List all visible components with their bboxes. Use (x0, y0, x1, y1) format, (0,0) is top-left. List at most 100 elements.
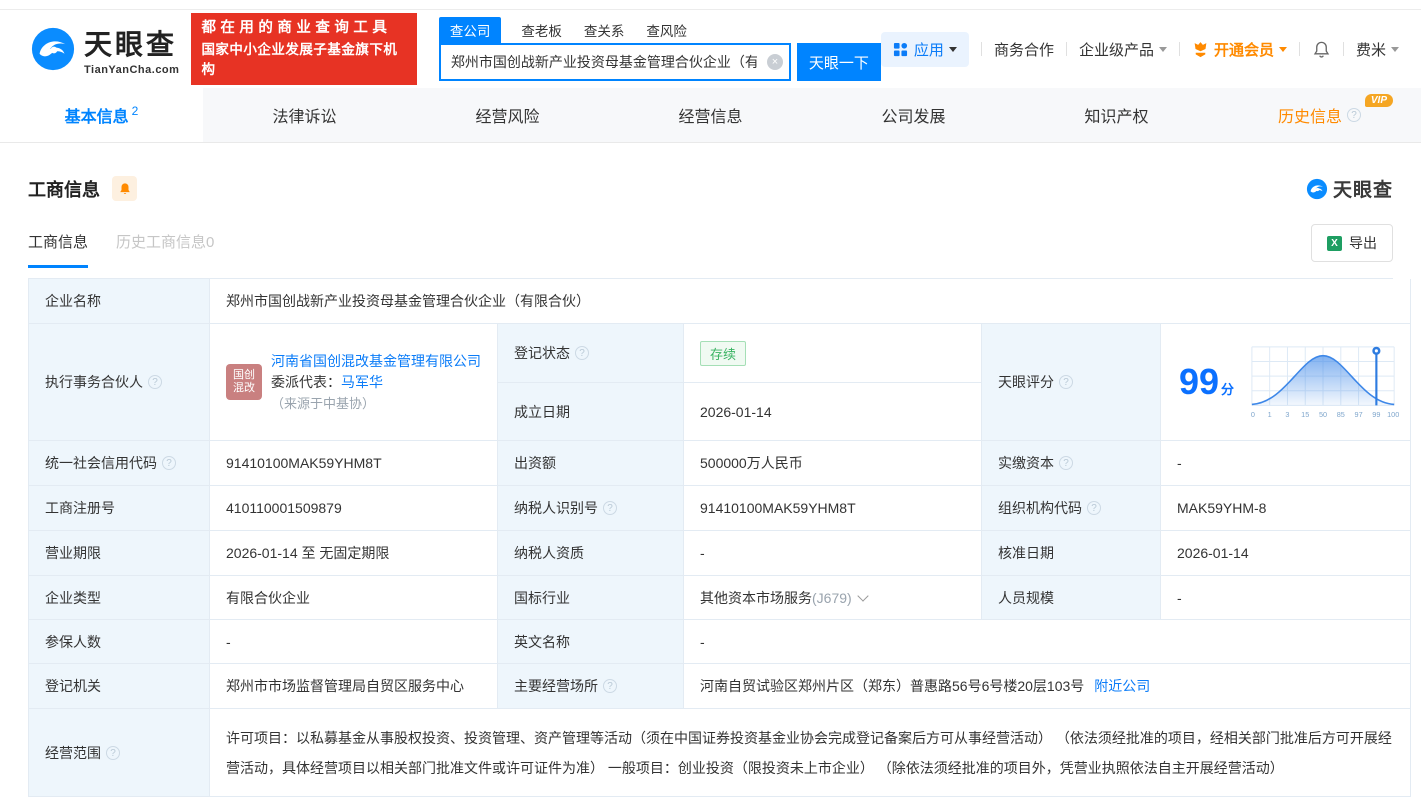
help-icon[interactable] (1059, 375, 1073, 389)
score-distribution-chart: 0 1 3 15 50 85 97 99 100 (1248, 343, 1400, 421)
help-icon[interactable] (603, 501, 617, 515)
notification-bell[interactable] (1312, 40, 1331, 59)
svg-text:3: 3 (1285, 410, 1289, 419)
username: 费米 (1356, 39, 1386, 60)
nav-user[interactable]: 费米 (1356, 39, 1399, 60)
label-business-scope: 经营范围 (29, 709, 210, 797)
search-button[interactable]: 天眼一下 (797, 43, 881, 81)
label-english-name: 英文名称 (498, 620, 684, 664)
label-credit-code: 统一社会信用代码 (29, 441, 210, 486)
delegate-name-link[interactable]: 马军华 (341, 374, 383, 390)
help-icon[interactable] (1347, 108, 1361, 122)
main-content: 工商信息 天眼查 工商信息 历史工商信息0 导出 企业名称 (0, 175, 1421, 797)
value-executive-partner: 国创混改 河南省国创混改基金管理有限公司 委派代表：马军华（来源于中基协） (210, 324, 498, 441)
vip-crown-icon (1192, 41, 1209, 58)
logo-domain: TianYanCha.com (84, 64, 179, 76)
top-divider (0, 0, 1421, 10)
help-icon[interactable] (575, 346, 589, 360)
clear-search-icon[interactable] (767, 54, 783, 70)
partner-company-link[interactable]: 河南省国创混改基金管理有限公司 (271, 353, 481, 369)
value-business-address: 河南自贸试验区郑州片区（郑东）普惠路56号6号楼20层103号附近公司 (684, 664, 1411, 709)
label-capital: 出资额 (498, 441, 684, 486)
search-area: 查公司 查老板 查关系 查风险 天眼一下 (439, 17, 881, 81)
help-icon[interactable] (148, 375, 162, 389)
help-icon[interactable] (106, 746, 120, 760)
search-tab-risk[interactable]: 查风险 (644, 17, 689, 43)
nav-vip[interactable]: 开通会员 (1192, 39, 1287, 60)
section-title: 工商信息 (28, 176, 100, 202)
label-establish-date: 成立日期 (498, 383, 684, 441)
label-executive-partner: 执行事务合伙人 (29, 324, 210, 441)
label-staff-size: 人员规模 (982, 576, 1161, 620)
label-approve-date: 核准日期 (982, 531, 1161, 576)
apps-label: 应用 (914, 39, 944, 60)
help-icon[interactable] (1059, 456, 1073, 470)
value-approve-date: 2026-01-14 (1161, 531, 1411, 576)
label-company-type: 企业类型 (29, 576, 210, 620)
tab-history-info[interactable]: VIP 历史信息 (1218, 88, 1421, 142)
nav-divider (1299, 42, 1300, 56)
value-reg-number: 410110001509879 (210, 486, 498, 531)
search-tab-company[interactable]: 查公司 (439, 17, 502, 43)
tab-basic-info[interactable]: 基本信息2 (0, 88, 203, 142)
expand-chevron-icon[interactable] (857, 590, 868, 601)
tab-operation-risk[interactable]: 经营风险 (406, 88, 609, 142)
nav-divider (981, 42, 982, 56)
label-registration-status: 登记状态 (498, 324, 684, 383)
svg-text:100: 100 (1387, 410, 1399, 419)
svg-text:1: 1 (1268, 410, 1272, 419)
apps-menu[interactable]: 应用 (881, 32, 969, 67)
search-tabs: 查公司 查老板 查关系 查风险 (439, 17, 881, 43)
value-industry: 其他资本市场服务(J679) (684, 576, 982, 620)
subtab-business-info[interactable]: 工商信息 (28, 231, 88, 268)
promo-banner: 都在用的商业查询工具 国家中小企业发展子基金旗下机构 (191, 13, 416, 85)
subtab-history-business-info[interactable]: 历史工商信息0 (116, 231, 214, 268)
svg-text:97: 97 (1355, 410, 1363, 419)
delegate-source: （来源于中基协） (271, 396, 375, 411)
site-logo[interactable]: 天眼查 TianYanCha.com (30, 23, 179, 76)
subscribe-bell-button[interactable] (112, 176, 137, 201)
search-input[interactable] (439, 43, 791, 81)
tab-legal-litigation[interactable]: 法律诉讼 (203, 88, 406, 142)
value-english-name: - (684, 620, 1411, 664)
svg-text:50: 50 (1319, 410, 1327, 419)
search-tab-relation[interactable]: 查关系 (582, 17, 627, 43)
nav-divider (1343, 42, 1344, 56)
label-company-name: 企业名称 (29, 279, 210, 324)
help-icon[interactable] (162, 456, 176, 470)
business-info-table: 企业名称 郑州市国创战新产业投资母基金管理合伙企业（有限合伙） 执行事务合伙人 … (28, 278, 1393, 797)
chevron-down-icon (1391, 47, 1399, 52)
value-business-scope: 许可项目：以私募基金从事股权投资、投资管理、资产管理等活动（须在中国证券投资基金… (210, 709, 1411, 797)
help-icon[interactable] (603, 679, 617, 693)
tab-company-development[interactable]: 公司发展 (812, 88, 1015, 142)
value-credit-code: 91410100MAK59YHM8T (210, 441, 498, 486)
chevron-down-icon (1159, 47, 1167, 52)
top-nav: 应用 商务合作 企业级产品 开通会员 (881, 32, 1399, 67)
value-capital: 500000万人民币 (684, 441, 982, 486)
nearby-companies-link[interactable]: 附近公司 (1094, 676, 1150, 696)
nav-divider (1179, 42, 1180, 56)
vip-badge: VIP (1365, 94, 1393, 107)
tab-operation-info[interactable]: 经营信息 (609, 88, 812, 142)
bell-icon (1312, 40, 1331, 59)
top-header: 天眼查 TianYanCha.com 都在用的商业查询工具 国家中小企业发展子基… (0, 10, 1421, 88)
partner-logo-badge[interactable]: 国创混改 (226, 364, 262, 400)
value-establish-date: 2026-01-14 (684, 383, 982, 441)
value-reg-authority: 郑州市市场监督管理局自贸区服务中心 (210, 664, 498, 709)
export-button[interactable]: 导出 (1311, 224, 1393, 262)
nav-enterprise[interactable]: 企业级产品 (1079, 39, 1167, 60)
help-icon[interactable] (1087, 501, 1101, 515)
promo-line1: 都在用的商业查询工具 (201, 18, 406, 40)
value-business-term: 2026-01-14 至 无固定期限 (210, 531, 498, 576)
watermark-text: 天眼查 (1333, 175, 1393, 202)
search-tab-boss[interactable]: 查老板 (519, 17, 564, 43)
svg-text:85: 85 (1337, 410, 1345, 419)
value-paid-capital: - (1161, 441, 1411, 486)
logo-title: 天眼查 (84, 23, 179, 63)
search-input-wrap (439, 43, 791, 81)
tianyancha-logo-icon (30, 26, 76, 72)
label-paid-capital: 实缴资本 (982, 441, 1161, 486)
nav-cooperation[interactable]: 商务合作 (994, 39, 1054, 60)
tab-intellectual-property[interactable]: 知识产权 (1015, 88, 1218, 142)
nav-divider (1066, 42, 1067, 56)
